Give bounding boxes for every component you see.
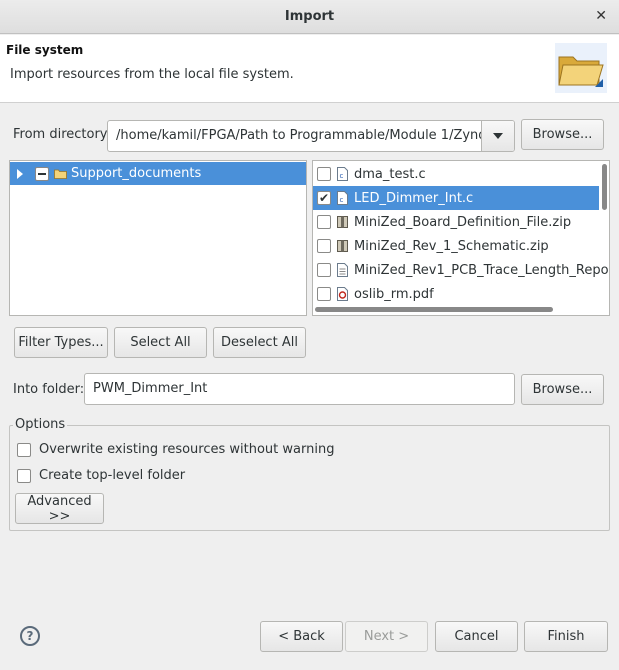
select-all-button[interactable]: Select All xyxy=(114,327,207,358)
list-item[interactable]: oslib_rm.pdf xyxy=(313,282,599,306)
list-item[interactable]: ✔ c LED_Dimmer_Int.c xyxy=(313,186,599,210)
file-list[interactable]: c dma_test.c ✔ c LED_Dimmer_Int.c MiniZe… xyxy=(312,160,610,316)
file-checkbox[interactable] xyxy=(317,263,331,277)
cancel-button[interactable]: Cancel xyxy=(435,621,518,652)
file-name: MiniZed_Board_Definition_File.zip xyxy=(354,214,572,230)
page-description: Import resources from the local file sys… xyxy=(10,67,294,82)
text-file-icon xyxy=(337,263,348,277)
list-item[interactable]: MiniZed_Board_Definition_File.zip xyxy=(313,210,599,234)
file-name: dma_test.c xyxy=(354,166,426,182)
partial-checkbox[interactable] xyxy=(35,166,49,181)
overwrite-checkbox[interactable] xyxy=(17,442,31,457)
browse-directory-button[interactable]: Browse... xyxy=(521,119,604,150)
close-icon[interactable]: ✕ xyxy=(595,8,607,24)
file-checkbox[interactable] xyxy=(317,167,331,181)
window-title: Import xyxy=(284,9,335,24)
tree-item-label: Support_documents xyxy=(71,166,202,181)
into-folder-field[interactable]: PWM_Dimmer_Int xyxy=(84,373,515,405)
advanced-button[interactable]: Advanced >> xyxy=(15,493,104,524)
folder-icon xyxy=(555,43,607,93)
page-title: File system xyxy=(6,43,84,57)
into-folder-label: Into folder: xyxy=(13,382,85,397)
archive-icon xyxy=(337,216,348,228)
file-checkbox[interactable]: ✔ xyxy=(317,191,331,205)
file-checkbox[interactable] xyxy=(317,287,331,301)
list-item[interactable]: MiniZed_Rev_1_Schematic.zip xyxy=(313,234,599,258)
vertical-scrollbar[interactable] xyxy=(602,164,607,210)
help-icon[interactable]: ? xyxy=(20,626,40,646)
chevron-down-icon xyxy=(493,133,503,139)
svg-text:c: c xyxy=(340,172,344,180)
file-name: MiniZed_Rev1_PCB_Trace_Length_Report xyxy=(354,262,610,278)
c-file-icon: c xyxy=(337,191,348,205)
wizard-header: File system Import resources from the lo… xyxy=(0,35,619,103)
c-file-icon: c xyxy=(337,167,348,181)
list-item[interactable]: MiniZed_Rev1_PCB_Trace_Length_Report xyxy=(313,258,609,282)
overwrite-label[interactable]: Overwrite existing resources without war… xyxy=(39,442,334,457)
deselect-all-button[interactable]: Deselect All xyxy=(213,327,306,358)
title-bar: Import ✕ xyxy=(0,0,619,34)
list-item[interactable]: c dma_test.c xyxy=(313,162,599,186)
into-folder-value[interactable]: PWM_Dimmer_Int xyxy=(93,381,207,396)
filter-types-button[interactable]: Filter Types... xyxy=(14,327,108,358)
file-checkbox[interactable] xyxy=(317,239,331,253)
pdf-icon xyxy=(337,287,348,301)
finish-button[interactable]: Finish xyxy=(524,621,608,652)
file-name: MiniZed_Rev_1_Schematic.zip xyxy=(354,238,549,254)
file-checkbox[interactable] xyxy=(317,215,331,229)
from-directory-combo[interactable]: /home/kamil/FPGA/Path to Programmable/Mo… xyxy=(107,120,515,152)
dropdown-button[interactable] xyxy=(481,121,514,151)
tree-item-support-documents[interactable]: Support_documents xyxy=(10,162,306,185)
create-top-level-option[interactable]: Create top-level folder xyxy=(17,468,185,483)
overwrite-option[interactable]: Overwrite existing resources without war… xyxy=(17,442,334,457)
next-button[interactable]: Next > xyxy=(345,621,428,652)
folder-icon xyxy=(54,169,67,179)
file-name: LED_Dimmer_Int.c xyxy=(354,190,474,206)
browse-folder-button[interactable]: Browse... xyxy=(521,374,604,405)
create-top-level-label[interactable]: Create top-level folder xyxy=(39,468,185,483)
expand-arrow-icon[interactable] xyxy=(17,168,23,179)
file-name: oslib_rm.pdf xyxy=(354,286,434,302)
svg-text:c: c xyxy=(340,196,344,204)
from-directory-label: From directory: xyxy=(13,127,111,142)
back-button[interactable]: < Back xyxy=(260,621,343,652)
options-title: Options xyxy=(13,417,68,432)
folder-tree[interactable]: Support_documents xyxy=(9,160,307,316)
horizontal-scrollbar[interactable] xyxy=(315,307,553,312)
from-directory-value[interactable]: /home/kamil/FPGA/Path to Programmable/Mo… xyxy=(116,128,484,143)
archive-icon xyxy=(337,240,348,252)
create-top-level-checkbox[interactable] xyxy=(17,468,31,483)
